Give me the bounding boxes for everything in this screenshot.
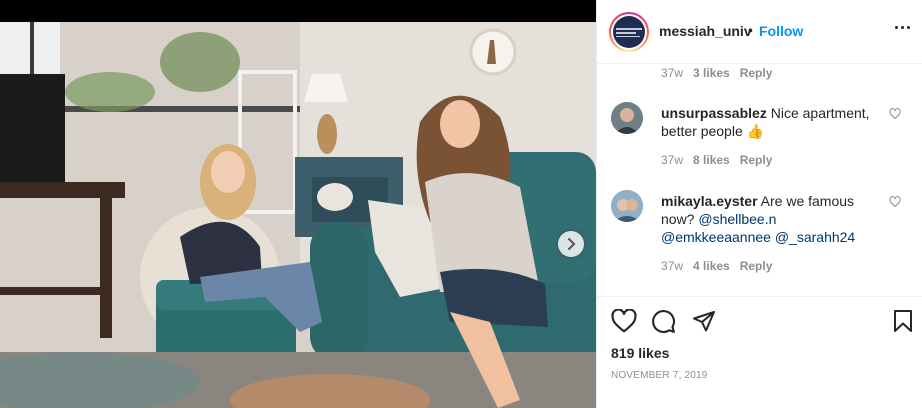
comment-like-icon[interactable] (889, 196, 901, 208)
comment-likes[interactable]: 8 likes (693, 153, 730, 167)
share-icon[interactable] (692, 309, 716, 333)
chevron-right-icon (568, 238, 575, 250)
more-options-icon[interactable] (895, 26, 910, 29)
comments-list[interactable]: 37w 3 likes Reply unsurpassablez Nice ap… (597, 64, 922, 296)
post-image (0, 22, 596, 408)
comment-time: 37w (661, 153, 684, 167)
likes-count[interactable]: 819 likes (611, 345, 669, 361)
separator-dot: • (748, 22, 753, 38)
mention-link[interactable]: @shellbee.n (698, 211, 776, 227)
comment-meta: 37w 3 likes Reply (661, 66, 772, 80)
commenter-avatar[interactable] (611, 190, 643, 222)
post-date: NOVEMBER 7, 2019 (611, 370, 708, 381)
post-actions: 819 likes NOVEMBER 7, 2019 (597, 296, 922, 408)
comment-icon[interactable] (651, 309, 676, 334)
reply-button[interactable]: Reply (740, 66, 773, 80)
comment-like-icon[interactable] (889, 108, 901, 120)
post-photo[interactable] (0, 22, 596, 408)
comment-username[interactable]: unsurpassablez (661, 105, 767, 121)
university-logo (613, 16, 645, 48)
mention-link[interactable]: @_sarahh24 (775, 229, 855, 245)
comment-text: unsurpassablez Nice apartment, better pe… (661, 104, 887, 140)
bookmark-icon[interactable] (893, 309, 913, 333)
post-username[interactable]: messiah_univ (659, 23, 752, 39)
commenter-avatar[interactable] (611, 102, 643, 134)
next-slide-button[interactable] (558, 231, 584, 257)
follow-button[interactable]: Follow (759, 23, 803, 39)
comment-time: 37w (661, 259, 684, 273)
comment-time: 37w (661, 66, 684, 80)
comment-meta: 37w 8 likes Reply (661, 153, 772, 167)
comment-text: mikayla.eyster Are we famous now? @shell… (661, 192, 887, 246)
mention-link[interactable]: @emkkeeaannee (661, 229, 771, 245)
heart-icon[interactable] (611, 309, 637, 333)
comment-likes[interactable]: 4 likes (693, 259, 730, 273)
reply-button[interactable]: Reply (740, 259, 773, 273)
comment-meta: 37w 4 likes Reply (661, 259, 772, 273)
post-sidebar: messiah_univ • Follow 37w 3 likes Reply … (596, 0, 922, 408)
reply-button[interactable]: Reply (740, 153, 773, 167)
post-header: messiah_univ • Follow (597, 0, 922, 64)
account-avatar[interactable] (609, 12, 649, 52)
top-black-bar (0, 0, 596, 22)
comment-likes[interactable]: 3 likes (693, 66, 730, 80)
comment-username[interactable]: mikayla.eyster (661, 193, 758, 209)
